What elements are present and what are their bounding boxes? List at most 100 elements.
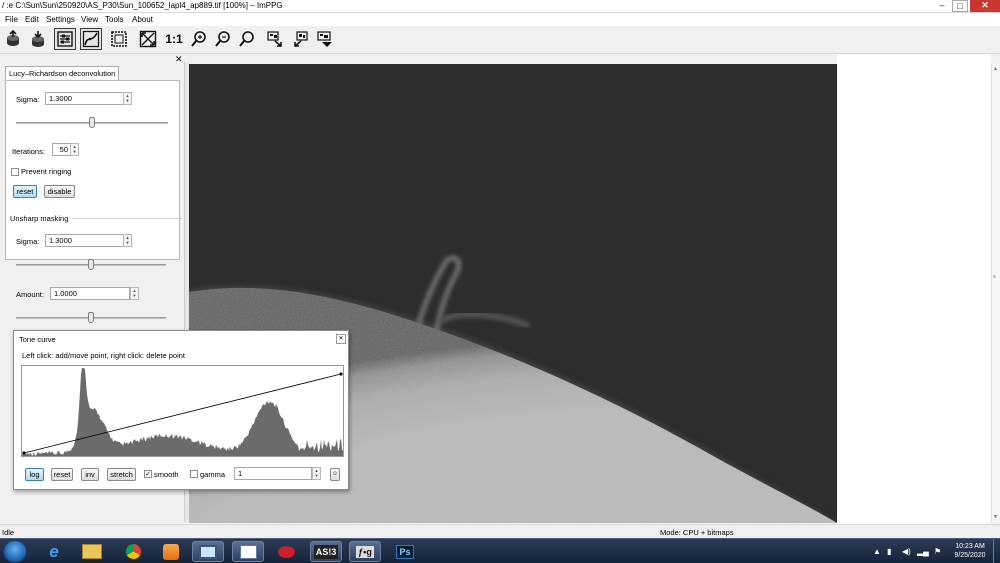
- lr-sigma-label: Sigma:: [16, 95, 40, 104]
- tc-stretch-button[interactable]: stretch: [107, 468, 136, 481]
- window-app-icon[interactable]: [232, 541, 264, 562]
- menu-edit[interactable]: Edit: [25, 15, 39, 24]
- zoom-out-icon[interactable]: [212, 28, 234, 50]
- us-amount-slider[interactable]: [88, 312, 94, 323]
- export-icon[interactable]: [314, 28, 336, 50]
- batch-icon[interactable]: [290, 28, 312, 50]
- fit-image-icon[interactable]: [137, 28, 159, 50]
- clock-time: 10:23 AM: [955, 543, 985, 550]
- us-sigma-spinner[interactable]: ▲ ▼: [123, 234, 132, 247]
- flag-icon[interactable]: ⚑: [934, 547, 941, 556]
- tab-lucy-richardson[interactable]: Lucy–Richardson deconvolution: [5, 66, 119, 81]
- menu-about[interactable]: About: [132, 15, 153, 24]
- show-desktop-button[interactable]: [993, 539, 1000, 563]
- tone-curve-editor[interactable]: [21, 365, 344, 457]
- save-file-icon[interactable]: [27, 28, 49, 50]
- folder-icon[interactable]: [76, 541, 108, 562]
- lr-sigma-slider[interactable]: [89, 117, 95, 128]
- lr-iterations-spinner[interactable]: ▲ ▼: [70, 143, 79, 156]
- us-amount-label: Amount:: [16, 290, 44, 299]
- tone-curve-icon[interactable]: [80, 28, 102, 50]
- zoom-in-icon[interactable]: [188, 28, 210, 50]
- close-button[interactable]: ✕: [970, 0, 1000, 12]
- menu-view[interactable]: View: [81, 15, 98, 24]
- photoshop-icon[interactable]: Ps: [389, 541, 421, 562]
- tc-smooth-label: smooth: [154, 470, 179, 479]
- windows-start-icon[interactable]: [3, 540, 27, 563]
- panel-close-icon[interactable]: ✕: [175, 54, 183, 65]
- lr-disable-button[interactable]: disable: [44, 185, 75, 198]
- tone-curve-window: Tone curve ✕ Left click: add/move point,…: [13, 330, 349, 490]
- curve-point-start[interactable]: [22, 451, 26, 455]
- us-sigma-label: Sigma:: [16, 237, 40, 246]
- open-file-icon[interactable]: [2, 28, 24, 50]
- tc-gamma-spinner[interactable]: ▲ ▼: [312, 467, 321, 480]
- lr-sigma-spinner[interactable]: ▲ ▼: [123, 92, 132, 105]
- toolbar: 1:1: [0, 26, 1000, 54]
- maximize-button[interactable]: □: [952, 0, 968, 12]
- clock-date: 9/25/2020: [954, 552, 986, 559]
- menu-bar: File Edit Settings View Tools About: [0, 13, 1000, 26]
- tc-gamma-label: gamma: [200, 470, 226, 479]
- actual-size-label: 1:1: [165, 32, 183, 46]
- volume-icon[interactable]: ◀): [902, 547, 911, 556]
- scroll-down-icon[interactable]: ▼: [993, 514, 998, 520]
- lr-iterations-input[interactable]: 50: [52, 143, 72, 156]
- tc-gamma-input[interactable]: 1: [234, 467, 312, 480]
- prevent-ringing-checkbox[interactable]: [11, 168, 19, 176]
- scroll-thumb-grip-icon[interactable]: ≡: [993, 274, 996, 280]
- tc-gamma-checkbox[interactable]: [190, 470, 198, 478]
- actual-size-button[interactable]: 1:1: [163, 28, 185, 50]
- clock[interactable]: 10:23 AM 9/25/2020: [950, 542, 990, 560]
- tc-inv-button[interactable]: inv: [81, 468, 99, 481]
- vertical-scrollbar[interactable]: ▲ ≡ ▼: [991, 64, 1000, 522]
- tc-log-button[interactable]: log: [25, 468, 44, 481]
- lucy-richardson-group: Sigma: 1.3000 ▲ ▼ Iterations: 50 ▲ ▼ Preve…: [5, 80, 180, 260]
- processing-panel-icon[interactable]: [54, 28, 76, 50]
- tc-ok-button[interactable]: ☺: [330, 468, 340, 481]
- tone-curve-title: Tone curve: [19, 335, 56, 344]
- minimize-button[interactable]: –: [934, 0, 950, 12]
- tray-device-icon[interactable]: ▮: [887, 547, 891, 556]
- unsharp-masking-header: Unsharp masking: [10, 214, 69, 223]
- internet-explorer-icon[interactable]: e: [38, 541, 70, 562]
- menu-settings[interactable]: Settings: [46, 15, 75, 24]
- tc-smooth-checkbox[interactable]: ✓: [144, 470, 152, 478]
- status-text: Idle: [2, 528, 15, 537]
- tone-curve-close-icon[interactable]: ✕: [336, 334, 346, 344]
- canvas-background: [837, 54, 991, 524]
- tray-expand-icon[interactable]: ▲: [873, 547, 881, 556]
- lr-reset-button[interactable]: reset: [13, 185, 37, 198]
- red-app-icon[interactable]: [270, 541, 302, 562]
- menu-file[interactable]: File: [5, 15, 18, 24]
- network-icon[interactable]: ▂▄: [917, 547, 929, 556]
- us-sigma-input[interactable]: 1.3000: [45, 234, 127, 247]
- align-icon[interactable]: [264, 28, 286, 50]
- fg-app-icon[interactable]: ƒ•g: [349, 541, 381, 562]
- prevent-ringing-label: Prevent ringing: [21, 167, 72, 176]
- curve-point-end[interactable]: [339, 372, 343, 376]
- status-bar: Idle Mode: CPU + bitmaps: [0, 524, 1000, 538]
- us-sigma-slider[interactable]: [88, 259, 94, 270]
- title-bar: / :e C:\Sun\Sun\250920\AS_P30\Sun_100652…: [0, 0, 1000, 13]
- us-amount-spinner[interactable]: ▲ ▼: [130, 287, 139, 300]
- taskbar: e AS!3 ƒ•g Ps ▲ ▮ ◀) ▂▄ ⚑ 10:23 AM 9/25/…: [0, 538, 1000, 563]
- media-player-icon[interactable]: [155, 541, 187, 562]
- us-amount-input[interactable]: 1.0000: [50, 287, 130, 300]
- monitor-app-icon[interactable]: [192, 541, 224, 562]
- lr-sigma-input[interactable]: 1.3000: [45, 92, 127, 105]
- fg-app-label: ƒ•g: [356, 545, 374, 558]
- chrome-icon[interactable]: [117, 541, 149, 562]
- tone-curve-hint: Left click: add/move point, right click:…: [22, 351, 186, 360]
- lr-iterations-label: Iterations:: [12, 147, 45, 156]
- status-mode: Mode: CPU + bitmaps: [660, 528, 734, 537]
- scroll-up-icon[interactable]: ▲: [993, 66, 998, 72]
- asi-app-label: AS!3: [313, 544, 339, 559]
- zoom-custom-icon[interactable]: [236, 28, 258, 50]
- menu-tools[interactable]: Tools: [105, 15, 124, 24]
- fit-window-icon[interactable]: [108, 28, 130, 50]
- asi-app-icon[interactable]: AS!3: [310, 541, 342, 562]
- photoshop-label: Ps: [396, 544, 414, 559]
- window-title: / :e C:\Sun\Sun\250920\AS_P30\Sun_100652…: [2, 1, 283, 10]
- tc-reset-button[interactable]: reset: [51, 468, 73, 481]
